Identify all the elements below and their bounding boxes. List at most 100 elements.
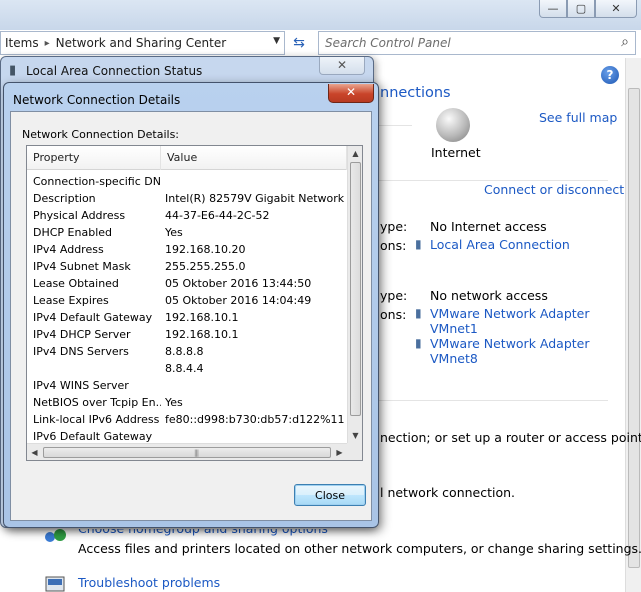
connect-disconnect-link[interactable]: Connect or disconnect <box>484 182 624 197</box>
property-cell: Lease Obtained <box>33 277 119 290</box>
property-cell: DHCP Enabled <box>33 226 113 239</box>
property-cell: IPv4 Default Gateway <box>33 311 153 324</box>
property-cell: Physical Address <box>33 209 126 222</box>
table-row[interactable]: IPv4 DNS Servers 8.8.8.8 <box>27 343 347 360</box>
status-window-close-button[interactable]: ✕ <box>319 57 365 75</box>
troubleshoot-link[interactable]: Troubleshoot problems <box>78 575 220 590</box>
table-row[interactable]: NetBIOS over Tcpip En... Yes <box>27 394 347 411</box>
scroll-left-icon[interactable]: ◀ <box>27 444 42 460</box>
vertical-scroll-thumb[interactable] <box>350 162 361 416</box>
property-cell: Description <box>33 192 96 205</box>
access-type-label-2: ype: <box>380 288 408 303</box>
search-icon[interactable]: ⌕ <box>621 34 629 50</box>
value-cell: fe80::d998:b730:db57:d122%11 <box>165 413 345 426</box>
see-full-map-link[interactable]: See full map <box>539 110 617 125</box>
scroll-down-icon[interactable]: ▼ <box>348 428 362 443</box>
vmnet1-link-line2[interactable]: VMnet1 <box>430 321 478 336</box>
property-cell: Connection-specific DN... <box>33 175 161 188</box>
value-cell: 8.8.4.4 <box>165 362 204 375</box>
property-cell: Link-local IPv6 Address <box>33 413 160 426</box>
vmnet8-link-line1[interactable]: VMware Network Adapter <box>430 336 590 351</box>
table-row[interactable]: Physical Address 44-37-E6-44-2C-52 <box>27 207 347 224</box>
main-scrollbar[interactable] <box>625 58 641 592</box>
refresh-icon[interactable]: ⇆ <box>288 33 310 55</box>
access-type-value-2: No network access <box>430 288 548 303</box>
table-row[interactable]: IPv4 Address 192.168.10.20 <box>27 241 347 258</box>
value-cell: 44-37-E6-44-2C-52 <box>165 209 270 222</box>
property-cell: IPv4 DNS Servers <box>33 345 129 358</box>
divider <box>378 180 608 181</box>
table-row[interactable]: Connection-specific DN... <box>27 173 347 190</box>
property-cell: Lease Expires <box>33 294 109 307</box>
network-adapter-icon: ▮ <box>415 306 422 320</box>
table-row[interactable]: IPv4 Default Gateway 192.168.10.1 <box>27 309 347 326</box>
network-connection-details-dialog: Network Connection Details ✕ Network Con… <box>3 82 379 528</box>
minimize-button[interactable]: — <box>539 0 567 18</box>
horizontal-scroll-thumb[interactable]: ||| <box>43 447 331 458</box>
value-cell <box>161 377 347 394</box>
help-icon[interactable]: ? <box>601 66 619 84</box>
scrollbar-corner <box>347 443 362 460</box>
value-cell: Intel(R) 82579V Gigabit Network Conn <box>165 192 347 205</box>
table-row[interactable]: IPv4 WINS Server <box>27 377 347 394</box>
main-scrollbar-thumb[interactable] <box>628 88 640 568</box>
table-row[interactable]: Description Intel(R) 82579V Gigabit Netwo… <box>27 190 347 207</box>
homegroup-description: Access files and printers located on oth… <box>78 541 641 556</box>
listview-rows: Connection-specific DN... Description Inte… <box>27 173 347 460</box>
homegroup-icon <box>45 529 66 542</box>
property-cell: IPv4 Subnet Mask <box>33 260 131 273</box>
column-header-value[interactable]: Value <box>161 146 347 170</box>
column-header-property[interactable]: Property <box>27 146 161 170</box>
network-adapter-icon: ▮ <box>415 237 422 251</box>
value-cell: Yes <box>165 226 183 239</box>
table-row[interactable]: Lease Expires 05 Oktober 2016 14:04:49 <box>27 292 347 309</box>
property-cell: IPv4 Address <box>33 243 104 256</box>
property-cell: NetBIOS over Tcpip En... <box>33 396 161 409</box>
breadcrumb-network-sharing[interactable]: Network and Sharing Center <box>56 36 227 50</box>
value-cell: 05 Oktober 2016 14:04:49 <box>165 294 312 307</box>
value-cell: 192.168.10.1 <box>165 328 239 341</box>
window-close-button[interactable]: ✕ <box>595 0 637 18</box>
close-button[interactable]: Close <box>294 484 366 506</box>
details-group-label: Network Connection Details: <box>22 128 180 141</box>
dialog-close-icon[interactable]: ✕ <box>328 84 374 103</box>
network-adapter-icon: ▮ <box>415 336 422 350</box>
network-adapter-icon: ▮ <box>9 63 17 78</box>
window-controls: — ▢ ✕ <box>539 0 637 18</box>
troubleshoot-icon <box>45 576 65 592</box>
address-bar[interactable]: Items ▸ Network and Sharing Center ▼ <box>0 31 285 55</box>
connections-label: ons: <box>380 238 407 253</box>
listview-header: Property Value <box>27 146 347 170</box>
vmnet1-link-line1[interactable]: VMware Network Adapter <box>430 306 590 321</box>
status-window-title: Local Area Connection Status <box>26 64 203 78</box>
breadcrumb-separator-icon: ▸ <box>44 37 50 49</box>
map-connector-line <box>378 125 412 126</box>
table-row[interactable]: Link-local IPv6 Address fe80::d998:b730:d… <box>27 411 347 428</box>
maximize-button[interactable]: ▢ <box>567 0 595 18</box>
value-cell: 05 Oktober 2016 13:44:50 <box>165 277 312 290</box>
listview-vertical-scrollbar[interactable]: ▲ ▼ <box>347 146 362 443</box>
dialog-title: Network Connection Details <box>13 93 181 107</box>
access-type-label: ype: <box>380 219 408 234</box>
scroll-up-icon[interactable]: ▲ <box>348 146 362 161</box>
search-placeholder: Search Control Panel <box>325 36 451 50</box>
breadcrumb-items[interactable]: Items <box>5 36 39 50</box>
table-row[interactable]: 8.8.4.4 <box>27 360 347 377</box>
connections-label-2: ons: <box>380 307 407 322</box>
table-row[interactable]: DHCP Enabled Yes <box>27 224 347 241</box>
scroll-right-icon[interactable]: ▶ <box>332 444 347 460</box>
search-input[interactable]: Search Control Panel ⌕ <box>318 31 636 55</box>
value-cell <box>161 173 347 190</box>
table-row[interactable]: IPv4 DHCP Server 192.168.10.1 <box>27 326 347 343</box>
chevron-down-icon[interactable]: ▼ <box>273 36 280 46</box>
listview-horizontal-scrollbar[interactable]: ◀ ||| ▶ <box>27 443 347 460</box>
table-row[interactable]: IPv4 Subnet Mask 255.255.255.0 <box>27 258 347 275</box>
internet-label: Internet <box>431 145 481 160</box>
section-heading: nnections <box>380 85 451 101</box>
setup-description: nection; or set up a router or access po… <box>380 430 641 445</box>
vmnet8-link-line2[interactable]: VMnet8 <box>430 351 478 366</box>
table-row[interactable]: Lease Obtained 05 Oktober 2016 13:44:50 <box>27 275 347 292</box>
details-listview[interactable]: Property Value Connection-specific DN...… <box>26 145 363 461</box>
local-area-connection-link[interactable]: Local Area Connection <box>430 237 570 252</box>
control-panel-titlebar: — ▢ ✕ <box>0 0 641 30</box>
